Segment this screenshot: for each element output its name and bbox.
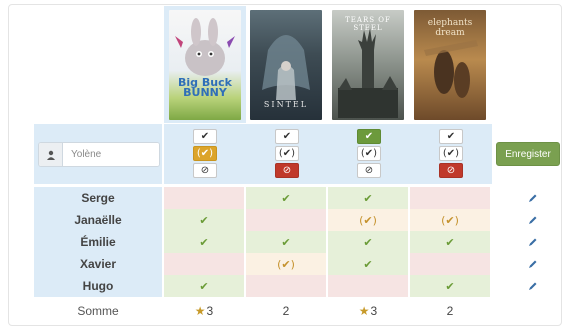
vote-cell-no <box>410 253 490 275</box>
edit-pencil-icon[interactable] <box>525 234 541 250</box>
participant-name-input[interactable] <box>63 143 159 166</box>
vote-cell-no <box>164 187 244 209</box>
vote-cell-maybe: (✔) <box>410 209 490 231</box>
summary-label: Somme <box>77 304 119 318</box>
edit-pencil-icon[interactable] <box>525 190 541 206</box>
vote-cell-yes: ✔ <box>246 187 326 209</box>
edit-pencil-icon[interactable] <box>525 212 541 228</box>
vote-cell-yes: ✔ <box>328 253 408 275</box>
vote-cell-no <box>246 209 326 231</box>
vote-cell-yes: ✔ <box>164 209 244 231</box>
vote-no-button[interactable]: ⊘ <box>193 163 217 178</box>
vote-cell-no <box>246 275 326 297</box>
poster-title: TEARS OF STEEL <box>345 16 391 32</box>
vote-cell-yes: ✔ <box>164 275 244 297</box>
vote-cell-yes: ✔ <box>164 231 244 253</box>
vote-maybe-button[interactable]: (✔) <box>193 146 217 161</box>
summary-total: ★ 3 <box>358 304 378 318</box>
vote-cell-yes: ✔ <box>328 187 408 209</box>
summary-total: 2 <box>282 304 290 318</box>
participant-name: Émilie <box>34 231 162 253</box>
poster-big-buck-bunny: Big Buck BUNNY <box>169 10 241 120</box>
user-icon <box>39 143 63 166</box>
vote-cell-no <box>328 275 408 297</box>
vote-no-button[interactable]: ⊘ <box>275 163 299 178</box>
participant-name: Hugo <box>34 275 162 297</box>
big-buck-bunny-art-icon <box>175 18 235 76</box>
vote-maybe-button[interactable]: (✔) <box>357 146 381 161</box>
summary-total: 2 <box>446 304 454 318</box>
star-icon: ★ <box>358 304 370 318</box>
table-row: Serge ✔ ✔ <box>34 187 494 209</box>
vote-cell-yes: ✔ <box>410 275 490 297</box>
vote-no-button[interactable]: ⊘ <box>357 163 381 178</box>
edit-pencil-icon[interactable] <box>525 256 541 272</box>
save-button[interactable]: Enregister <box>496 142 560 166</box>
vote-cell-maybe: (✔) <box>246 253 326 275</box>
vote-yes-button[interactable]: ✔ <box>357 129 381 144</box>
vote-yes-button[interactable]: ✔ <box>193 129 217 144</box>
poster-sintel: SINTEL <box>250 10 322 120</box>
vote-cell-yes: ✔ <box>328 231 408 253</box>
vote-maybe-button[interactable]: (✔) <box>275 146 299 161</box>
table-row: Xavier (✔) ✔ <box>34 253 494 275</box>
vote-cell-yes: ✔ <box>410 231 490 253</box>
vote-cell-no <box>410 187 490 209</box>
vote-maybe-button[interactable]: (✔) <box>439 146 463 161</box>
poster-title: Big Buck BUNNY <box>178 76 232 99</box>
vote-yes-button[interactable]: ✔ <box>275 129 299 144</box>
participant-name-field[interactable] <box>38 142 160 167</box>
vote-cell-maybe: (✔) <box>328 209 408 231</box>
participant-name: Serge <box>34 187 162 209</box>
summary-row: Somme ★ 3 2 ★ 3 2 <box>34 300 494 322</box>
table-row: Hugo ✔ ✔ <box>34 275 494 297</box>
table-row: Émilie ✔ ✔ ✔ ✔ <box>34 231 494 253</box>
vote-cell-no <box>164 253 244 275</box>
table-row: Janaëlle ✔ (✔) (✔) <box>34 209 494 231</box>
participant-name: Xavier <box>34 253 162 275</box>
edit-pencil-icon[interactable] <box>525 278 541 294</box>
poster-elephants-dream: elephants dream <box>414 10 486 120</box>
poster-title: SINTEL <box>263 100 309 109</box>
vote-cell-yes: ✔ <box>246 231 326 253</box>
poster-title: elephants dream <box>427 18 473 38</box>
poster-tears-of-steel: TEARS OF STEEL <box>332 10 404 120</box>
star-icon: ★ <box>194 304 206 318</box>
vote-no-button[interactable]: ⊘ <box>439 163 463 178</box>
summary-total: ★ 3 <box>194 304 214 318</box>
participant-name: Janaëlle <box>34 209 162 231</box>
vote-yes-button[interactable]: ✔ <box>439 129 463 144</box>
